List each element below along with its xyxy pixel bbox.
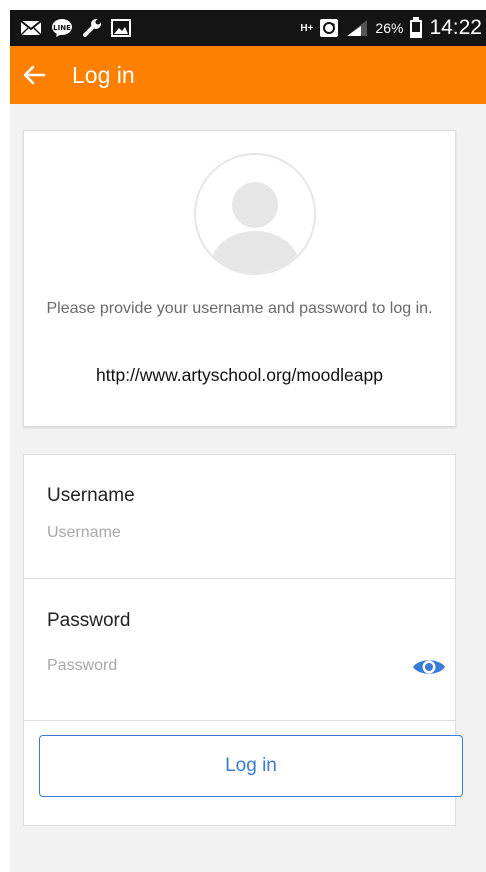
svg-text:LINE: LINE	[53, 24, 71, 32]
username-label: Username	[47, 485, 135, 506]
battery-icon	[409, 17, 423, 39]
clock: 14:22	[429, 16, 482, 39]
page-title: Log in	[72, 61, 135, 88]
back-button[interactable]	[12, 46, 56, 104]
site-info-card: Please provide your username and passwor…	[23, 130, 456, 427]
default-user-avatar-icon	[194, 153, 316, 275]
mail-icon	[20, 20, 42, 36]
sync-icon	[319, 18, 339, 38]
network-type-label: H+	[300, 22, 314, 34]
notification-icons: LINE	[10, 18, 131, 38]
password-input[interactable]	[47, 655, 377, 677]
password-field: Password	[24, 579, 455, 721]
battery-percent: 26%	[375, 20, 404, 36]
show-password-button[interactable]	[410, 653, 448, 681]
username-field: Username	[24, 455, 455, 579]
status-bar: LINE H+ 26% 14:22	[10, 10, 486, 46]
main-content: Please provide your username and passwor…	[10, 104, 486, 872]
password-label: Password	[47, 610, 131, 631]
login-form-card: Username Password Log in	[23, 454, 463, 826]
app-toolbar: Log in	[10, 46, 486, 104]
system-icons: H+ 26% 14:22	[300, 16, 486, 40]
line-chat-icon: LINE	[51, 18, 73, 38]
eye-icon	[413, 660, 445, 674]
login-instructions: Please provide your username and passwor…	[46, 300, 433, 317]
arrow-left-icon	[23, 65, 46, 85]
username-input[interactable]	[47, 522, 427, 544]
login-button[interactable]: Log in	[39, 735, 463, 797]
wrench-icon	[82, 18, 102, 38]
site-url: http://www.artyschool.org/moodleapp	[96, 365, 383, 385]
h-plus-network-icon: H+	[300, 22, 314, 34]
image-icon	[111, 19, 131, 37]
signal-icon	[345, 18, 369, 38]
